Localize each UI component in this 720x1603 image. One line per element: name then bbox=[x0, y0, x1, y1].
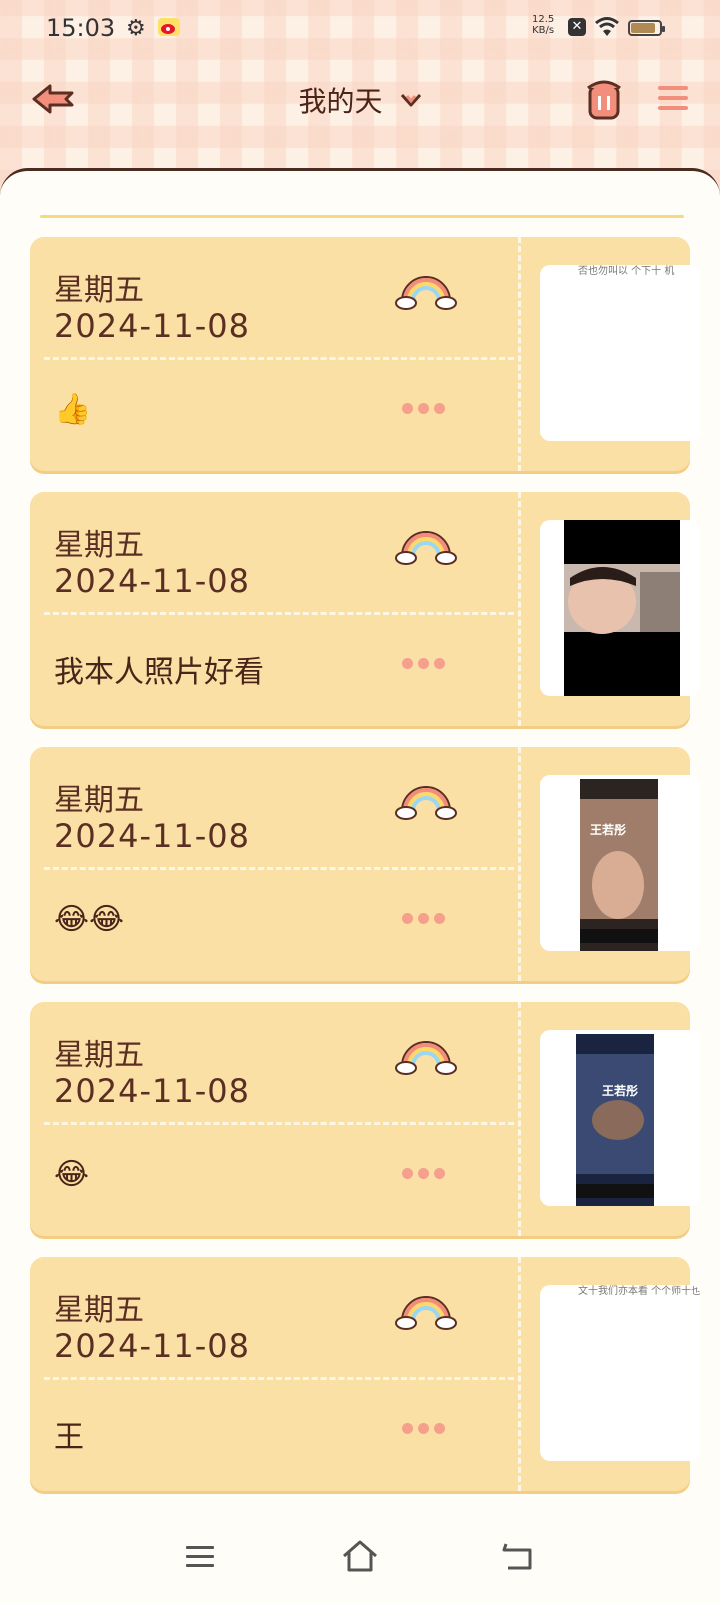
dashed-divider bbox=[44, 357, 514, 360]
dashed-divider-vertical bbox=[518, 492, 521, 726]
entry-content: 😂 bbox=[54, 1157, 90, 1192]
video-screenshot-image bbox=[576, 1034, 654, 1206]
recent-apps-icon[interactable] bbox=[184, 1544, 216, 1570]
wifi-icon bbox=[595, 17, 619, 36]
hamburger-menu-icon[interactable] bbox=[658, 84, 688, 112]
entry-content: 我本人照片好看 bbox=[54, 655, 264, 690]
diary-entry-card[interactable]: 星期五 2024-11-08 😂 王若彤 bbox=[30, 1002, 700, 1236]
dashed-divider bbox=[44, 1122, 514, 1125]
dashed-divider-vertical bbox=[518, 1257, 521, 1491]
entry-thumbnail[interactable]: 文十我们亦本看 个个师十也修 bbox=[540, 1285, 700, 1461]
video-caption: 王若彤 bbox=[590, 823, 627, 837]
dashed-divider bbox=[44, 612, 514, 615]
rainbow-icon bbox=[395, 786, 457, 820]
dashed-divider bbox=[44, 867, 514, 870]
thumb-text: 文十我们亦本看 个个师十也修 bbox=[578, 1286, 700, 1297]
entry-weekday: 星期五 bbox=[54, 273, 144, 308]
chevron-down-icon bbox=[400, 93, 421, 107]
no-sim-icon: ✕ bbox=[568, 18, 586, 36]
network-speed: 12.5 KB/s bbox=[532, 14, 555, 36]
entry-thumbnail[interactable] bbox=[540, 520, 700, 696]
settings-gear-icon: ⚙ bbox=[126, 16, 146, 41]
page-title: 我的天 bbox=[298, 85, 383, 118]
entry-content: 😂😂 bbox=[54, 902, 125, 937]
entry-content: 👍 bbox=[54, 392, 92, 427]
entry-date: 2024-11-08 bbox=[54, 1327, 250, 1365]
more-dots-icon[interactable] bbox=[402, 1419, 452, 1443]
status-time: 15:03 bbox=[46, 14, 116, 42]
rainbow-icon bbox=[395, 276, 457, 310]
sheet-divider bbox=[40, 215, 684, 218]
rainbow-icon bbox=[395, 1296, 457, 1330]
more-dots-icon[interactable] bbox=[402, 654, 452, 678]
more-dots-icon[interactable] bbox=[402, 909, 452, 933]
entry-weekday: 星期五 bbox=[54, 783, 144, 818]
entry-weekday: 星期五 bbox=[54, 1293, 144, 1328]
back-icon[interactable] bbox=[500, 1540, 534, 1572]
video-screenshot-image bbox=[580, 779, 658, 951]
thumb-text: 否也勿叫以 个下十 机 bbox=[578, 266, 675, 277]
dashed-divider bbox=[44, 1377, 514, 1380]
entry-thumbnail[interactable]: 王若彤 bbox=[540, 775, 700, 951]
more-dots-icon[interactable] bbox=[402, 1164, 452, 1188]
rainbow-icon bbox=[395, 531, 457, 565]
dashed-divider-vertical bbox=[518, 237, 521, 471]
entry-thumbnail[interactable]: 王若彤 bbox=[540, 1030, 700, 1206]
diary-entry-card[interactable]: 星期五 2024-11-08 王 文十我们亦本看 个个师十也修 bbox=[30, 1257, 700, 1491]
status-bar: 15:03 ⚙ 12.5 KB/s ✕ bbox=[0, 0, 720, 56]
entry-date: 2024-11-08 bbox=[54, 1072, 250, 1110]
entry-date: 2024-11-08 bbox=[54, 562, 250, 600]
entry-content: 王 bbox=[54, 1420, 84, 1455]
trash-bin-icon[interactable] bbox=[584, 76, 624, 122]
system-nav-bar bbox=[0, 1526, 720, 1600]
rainbow-icon bbox=[395, 1041, 457, 1075]
video-caption: 王若彤 bbox=[602, 1084, 639, 1098]
entry-weekday: 星期五 bbox=[54, 528, 144, 563]
selfie-image bbox=[564, 520, 680, 696]
dashed-divider-vertical bbox=[518, 747, 521, 981]
weibo-icon bbox=[158, 18, 180, 36]
dashed-divider-vertical bbox=[518, 1002, 521, 1236]
entry-date: 2024-11-08 bbox=[54, 307, 250, 345]
diary-entry-card[interactable]: 星期五 2024-11-08 我本人照片好看 bbox=[30, 492, 700, 726]
entry-weekday: 星期五 bbox=[54, 1038, 144, 1073]
home-icon[interactable] bbox=[340, 1538, 380, 1574]
battery-icon bbox=[628, 20, 665, 36]
entry-date: 2024-11-08 bbox=[54, 817, 250, 855]
more-dots-icon[interactable] bbox=[402, 399, 452, 423]
top-bar: 我的天 bbox=[0, 70, 720, 134]
diary-entry-card[interactable]: 星期五 2024-11-08 😂😂 王若彤 bbox=[30, 747, 700, 981]
entry-thumbnail[interactable]: 否也勿叫以 个下十 机 bbox=[540, 265, 700, 441]
diary-entry-card[interactable]: 星期五 2024-11-08 👍 否也勿叫以 个下十 机 bbox=[30, 237, 700, 471]
